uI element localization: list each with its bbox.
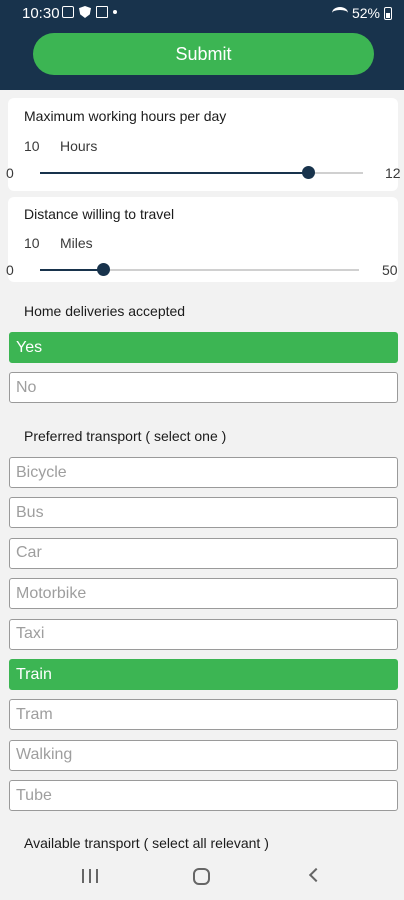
distance-title: Distance willing to travel: [24, 206, 175, 222]
working-hours-unit: Hours: [60, 138, 98, 154]
transport-option-tram[interactable]: Tram: [9, 699, 398, 731]
transport-option-bicycle[interactable]: Bicycle: [9, 457, 398, 488]
distance-max: 50: [382, 262, 398, 278]
distance-slider-thumb[interactable]: [97, 263, 111, 276]
gallery-icon: [62, 6, 74, 18]
working-hours-value: 10: [24, 138, 40, 154]
battery-percent: 52%: [351, 5, 380, 21]
transport-option-walking[interactable]: Walking: [9, 739, 398, 771]
working-hours-card: Maximum working hours per day 10 Hours 0…: [6, 98, 401, 191]
mail-icon: [96, 6, 108, 18]
working-hours-slider-fill: [40, 172, 309, 174]
app-header: 10:30 52% Submit: [0, 0, 404, 90]
transport-option-motorbike[interactable]: Motorbike: [9, 578, 398, 610]
status-time: 10:30: [22, 5, 60, 22]
status-bar: 10:30 52%: [0, 0, 404, 28]
transport-option-taxi[interactable]: Taxi: [9, 618, 398, 650]
working-hours-slider-thumb[interactable]: [301, 166, 315, 179]
distance-value: 10: [24, 235, 40, 251]
working-hours-min: 0: [6, 165, 14, 181]
system-nav-bar: [0, 852, 404, 900]
transport-option-bus[interactable]: Bus: [9, 497, 398, 529]
distance-slider-fill: [40, 269, 104, 271]
working-hours-max: 12: [385, 165, 401, 181]
home-delivery-option-no[interactable]: No: [9, 372, 398, 403]
home-icon[interactable]: [193, 868, 210, 885]
submit-button[interactable]: Submit: [33, 33, 374, 75]
transport-option-car[interactable]: Car: [9, 537, 398, 569]
preferred-transport-title: Preferred transport ( select one ): [24, 428, 227, 444]
recent-apps-icon[interactable]: [82, 869, 98, 883]
transport-option-train[interactable]: Train: [9, 659, 398, 690]
working-hours-title: Maximum working hours per day: [24, 108, 227, 124]
more-dot-icon: [113, 10, 117, 14]
available-transport-title: Available transport ( select all relevan…: [24, 835, 269, 851]
notification-icons: [62, 6, 117, 18]
distance-card: Distance willing to travel 10 Miles 0 50: [6, 197, 398, 282]
transport-option-tube[interactable]: Tube: [9, 780, 398, 812]
shield-icon: [79, 6, 91, 18]
distance-unit: Miles: [60, 235, 93, 251]
distance-slider-track[interactable]: [40, 269, 359, 271]
home-delivery-option-yes[interactable]: Yes: [9, 332, 398, 363]
home-deliveries-title: Home deliveries accepted: [24, 303, 186, 319]
back-icon[interactable]: [308, 867, 324, 883]
wifi-icon: [331, 7, 348, 19]
battery-icon: [384, 6, 392, 20]
distance-min: 0: [6, 262, 14, 278]
status-right: 52%: [331, 5, 392, 21]
